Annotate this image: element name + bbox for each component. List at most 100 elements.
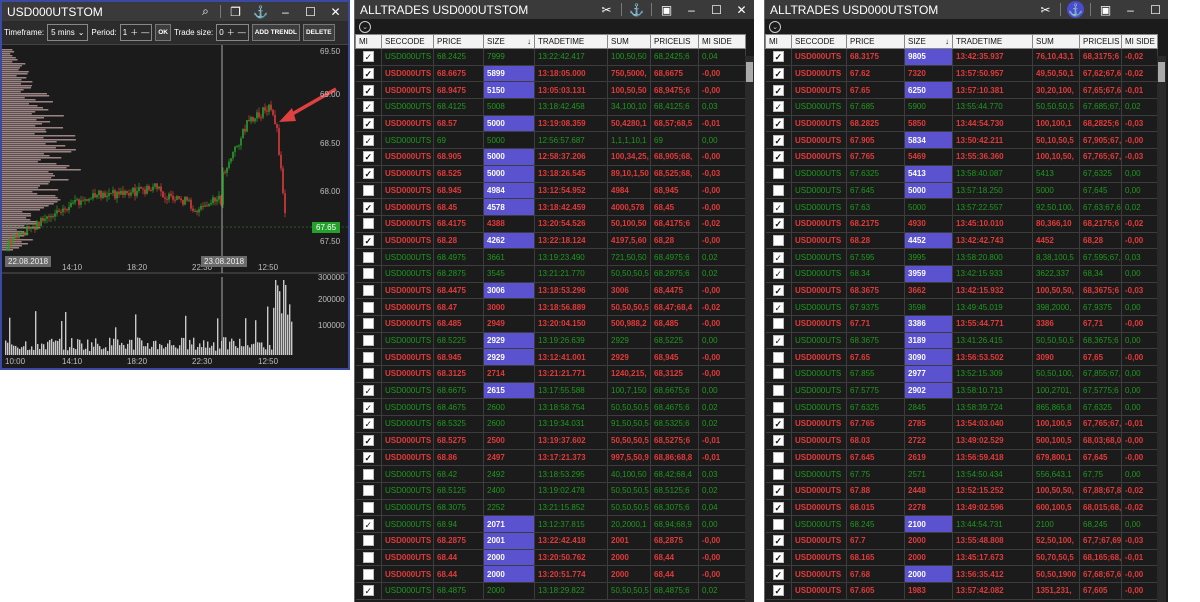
table-row[interactable]: USD000UTS 68.47 3000 13:18:56.889 50,50,50,5…	[355, 298, 746, 316]
column-header[interactable]: SIZE ↓	[483, 34, 535, 49]
column-header[interactable]: PRICELIS	[650, 34, 699, 49]
table-row[interactable]: USD000UTS 68.2875 2001 13:22:42.418 2001 68,2…	[355, 532, 746, 550]
table-row[interactable]: USD000UTS 67.855 2977 13:52:15.309 50,50,100…	[765, 365, 1158, 383]
row-checkbox[interactable]: ✓	[362, 168, 374, 180]
table-row[interactable]: USD000UTS 68.4475 3006 13:18:53.296 3006 68,4…	[355, 282, 746, 300]
row-checkbox[interactable]	[772, 401, 784, 413]
column-header[interactable]: SIZE ↓	[904, 34, 953, 49]
trade-size-stepper[interactable]: 0 ＋ —	[216, 24, 249, 41]
row-checkbox[interactable]: ✓	[772, 535, 784, 547]
table-row[interactable]: USD000UTS 67.65 3090 13:56:53.502 3090 67,65-…	[765, 348, 1158, 367]
anchor-icon[interactable]: ⚓	[248, 2, 273, 21]
table-row[interactable]: ✓ USD000UTS 68.57 5000 13:19:08.359 50,4280,1…	[355, 115, 746, 133]
table-row[interactable]: USD000UTS 68.3075 2252 13:21:15.852 50,50,50…	[355, 499, 746, 517]
table-row[interactable]: ✓ USD000UTS 68.3675 3662 13:42:15.932 100,50,…	[765, 282, 1158, 300]
table-row[interactable]: USD000UTS 67.6325 5413 13:58:40.087 5413 67,6…	[765, 165, 1158, 183]
anchor-icon[interactable]: ⚓	[624, 0, 649, 19]
price-chart[interactable]	[2, 45, 348, 368]
table-row[interactable]: USD000UTS 68.44 2000 13:20:51.774 2000 68,44-…	[355, 565, 746, 583]
anchor-icon[interactable]: ⚓	[1067, 1, 1084, 18]
table-row[interactable]: ✓ USD000UTS 68.4675 2600 13:18:58.754 50,50,5…	[355, 398, 746, 417]
table-row[interactable]: ✓ USD000UTS 68.905 5000 12:58:37.206 100,34,2…	[355, 148, 746, 166]
row-checkbox[interactable]	[772, 168, 784, 180]
column-header[interactable]: TRADETIME	[534, 34, 608, 49]
table-row[interactable]: USD000UTS 68.5225 2929 13:19:26.639 2929 68,5…	[355, 332, 746, 350]
row-checkbox[interactable]: ✓	[772, 418, 784, 430]
tools-icon[interactable]: ✂	[1033, 0, 1058, 19]
row-checkbox[interactable]: ✓	[772, 201, 784, 213]
table-row[interactable]: USD000UTS 68.42 2492 13:18:53.295 40,100,50 6…	[355, 465, 746, 483]
row-checkbox[interactable]	[362, 335, 374, 347]
minimize-icon[interactable]: –	[273, 2, 298, 21]
column-header[interactable]: PRICELIS	[1079, 34, 1122, 49]
table-row[interactable]: ✓ USD000UTS 68.2425 7999 13:22:42.417 100,50,…	[355, 48, 746, 66]
chart-area[interactable]: 69.50 69.00 68.50 68.00 67.50 67.65 14:1…	[2, 45, 348, 368]
table-row[interactable]: ✓ USD000UTS 68.6675 5899 13:18:05.000 750,500…	[355, 65, 746, 83]
column-header[interactable]: SECCODE	[381, 34, 434, 49]
table-row[interactable]: ✓ USD000UTS 67.595 3995 13:58:20.800 8,38,100…	[765, 248, 1158, 266]
table-row[interactable]: USD000UTS 68.4175 4388 13:20:54.526 50,100,5…	[355, 215, 746, 233]
table-row[interactable]: ✓ USD000UTS 67.765 2785 13:54:03.040 100,100,…	[765, 415, 1158, 433]
row-checkbox[interactable]: ✓	[772, 485, 784, 497]
table-row[interactable]: USD000UTS 67.75 2571 13:54:50.434 556,643,1 6…	[765, 465, 1158, 483]
table-row[interactable]: USD000UTS 68.5125 2400 13:19:02.478 50,50,50…	[355, 482, 746, 500]
row-checkbox[interactable]	[772, 518, 784, 530]
row-checkbox[interactable]: ✓	[362, 435, 374, 447]
row-checkbox[interactable]: ✓	[362, 385, 374, 397]
table-row[interactable]: USD000UTS 67.645 5000 13:57:18.250 5000 67,64…	[765, 182, 1158, 200]
row-checkbox[interactable]: ✓	[772, 585, 784, 597]
plus-icon[interactable]: ＋	[227, 27, 235, 38]
table-row[interactable]: USD000UTS 68.945 2929 13:12:41.001 2929 68,94…	[355, 348, 746, 367]
row-checkbox[interactable]: ✓	[772, 335, 784, 347]
row-checkbox[interactable]: ✓	[362, 151, 374, 163]
row-checkbox[interactable]	[362, 468, 374, 480]
row-checkbox[interactable]: ✓	[772, 151, 784, 163]
row-checkbox[interactable]	[772, 184, 784, 196]
table-row[interactable]: ✓ USD000UTS 67.62 7320 13:57:50.957 49,50,50,…	[765, 65, 1158, 83]
table-row[interactable]: ✓ USD000UTS 68.5325 2600 13:19:34.031 91,50,5…	[355, 415, 746, 433]
table-row[interactable]: ✓ USD000UTS 67.9375 3598 13:49:45.019 398,200…	[765, 298, 1158, 316]
column-header[interactable]: SUM	[607, 34, 651, 49]
table-row[interactable]: USD000UTS 67.71 3386 13:55:44.771 3386 67,71-…	[765, 315, 1158, 333]
row-checkbox[interactable]: ✓	[772, 101, 784, 113]
row-checkbox[interactable]: ✓	[362, 118, 374, 130]
row-checkbox[interactable]	[362, 368, 374, 380]
row-checkbox[interactable]	[772, 468, 784, 480]
row-checkbox[interactable]	[362, 551, 374, 563]
row-checkbox[interactable]: ✓	[362, 234, 374, 246]
row-checkbox[interactable]: ✓	[362, 51, 374, 63]
column-header[interactable]: TRADETIME	[952, 34, 1033, 49]
column-header[interactable]: PRICE	[433, 34, 484, 49]
column-header[interactable]: SECCODE	[791, 34, 847, 49]
row-checkbox[interactable]	[362, 568, 374, 580]
row-checkbox[interactable]	[362, 268, 374, 280]
table-row[interactable]: ✓ USD000UTS 67.685 5900 13:55:44.770 50,50,50…	[765, 98, 1158, 116]
row-checkbox[interactable]: ✓	[772, 284, 784, 296]
table-row[interactable]: ✓ USD000UTS 69 5000 12:56:57.687 1,1,1,10,1 69…	[355, 131, 746, 150]
maximize-icon[interactable]: ☐	[298, 2, 323, 21]
column-header[interactable]: MI	[355, 34, 382, 49]
ok-button[interactable]: OK	[155, 24, 171, 41]
minus-icon[interactable]: —	[141, 28, 149, 37]
row-checkbox[interactable]: ✓	[362, 451, 374, 463]
table-row[interactable]: USD000UTS 68.945 4984 13:12:54.952 4984 68,94…	[355, 182, 746, 200]
delete-button[interactable]: DELETE	[302, 24, 335, 41]
column-header[interactable]: MI	[765, 34, 792, 49]
timeframe-select[interactable]: 5 mins ⌄	[47, 24, 89, 41]
save-icon[interactable]: ▣	[654, 0, 679, 19]
row-checkbox[interactable]	[362, 351, 374, 363]
row-checkbox[interactable]: ✓	[772, 251, 784, 263]
table-row[interactable]: USD000UTS 68.4975 3661 13:19:23.490 721,50,5…	[355, 248, 746, 266]
row-checkbox[interactable]: ✓	[362, 418, 374, 430]
table-row[interactable]: ✓ USD000UTS 67.7 2000 13:55:48.808 52,50,100,…	[765, 532, 1158, 550]
table-row[interactable]: ✓ USD000UTS 67.65 6250 13:57:10.381 30,20,100…	[765, 81, 1158, 100]
row-checkbox[interactable]: ✓	[772, 134, 784, 146]
row-checkbox[interactable]	[772, 368, 784, 380]
row-checkbox[interactable]: ✓	[362, 585, 374, 597]
row-checkbox[interactable]	[362, 184, 374, 196]
row-checkbox[interactable]: ✓	[772, 84, 784, 96]
tools-icon[interactable]: ✂	[594, 0, 619, 19]
table-row[interactable]: ✓ USD000UTS 67.63 5000 13:57:22.557 92,50,100…	[765, 198, 1158, 216]
table-row[interactable]: ✓ USD000UTS 68.4875 2000 13:18:29.822 50,50,5…	[355, 582, 746, 600]
table-row[interactable]: ✓ USD000UTS 67.905 5834 13:50:42.211 50,10,50…	[765, 131, 1158, 150]
